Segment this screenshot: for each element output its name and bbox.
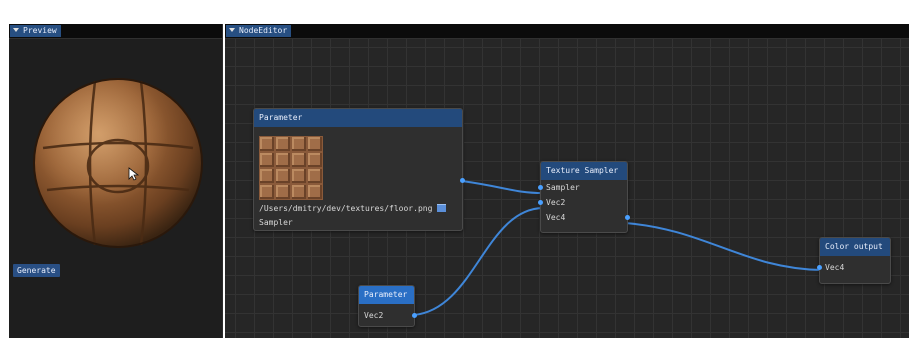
preview-tab[interactable]: Preview	[10, 25, 61, 37]
texture-thumbnail	[259, 136, 323, 200]
collapse-triangle-icon[interactable]	[229, 28, 235, 32]
texture-path: /Users/dmitry/dev/textures/floor.png	[259, 204, 433, 213]
wire-texture-to-sampler	[461, 180, 544, 194]
sampler-output-pin[interactable]	[460, 178, 465, 183]
preview-panel: Preview Generate	[9, 24, 223, 338]
vec4-output-row: Vec4	[541, 210, 630, 225]
vec4-output-label: Vec4	[546, 213, 566, 222]
top-strip	[0, 0, 909, 24]
color-output-node-title[interactable]: Color output	[820, 238, 890, 256]
preview-title: Preview	[23, 26, 57, 35]
collapse-triangle-icon[interactable]	[13, 28, 19, 32]
sampler-input-pin[interactable]	[538, 185, 543, 190]
texture-sampler-node[interactable]: Texture Sampler Sampler Vec2 Vec4	[538, 161, 630, 233]
parameter-vec2-output-pin[interactable]	[412, 313, 417, 318]
parameter-vec2-node[interactable]: Parameter Vec2	[358, 285, 417, 327]
node-canvas[interactable]: Parameter /Users/dmitry/dev/textures/flo…	[225, 39, 909, 338]
vec2-input-row: Vec2	[538, 195, 627, 210]
parameter-texture-node[interactable]: Parameter /Users/dmitry/dev/textures/flo…	[253, 108, 465, 231]
color-vec4-input-label: Vec4	[825, 263, 845, 272]
parameter-vec2-output-row: Vec2	[359, 308, 417, 323]
parameter-texture-node-title[interactable]: Parameter	[254, 109, 462, 127]
color-vec4-input-pin[interactable]	[817, 265, 822, 270]
preview-header: Preview	[9, 24, 222, 39]
generate-button[interactable]: Generate	[13, 264, 60, 277]
node-editor-tab[interactable]: NodeEditor	[226, 25, 292, 37]
vec4-output-pin[interactable]	[625, 215, 630, 220]
node-editor-panel: NodeEditor Parameter /Users/dmitry/dev/t…	[225, 24, 909, 338]
parameter-vec2-node-title[interactable]: Parameter	[359, 286, 414, 304]
sampler-input-label: Sampler	[546, 183, 580, 192]
texture-output-label: Sampler	[259, 218, 293, 227]
vec2-input-pin[interactable]	[538, 200, 543, 205]
texture-path-row: /Users/dmitry/dev/textures/floor.png	[259, 203, 447, 215]
node-editor-title: NodeEditor	[239, 26, 288, 35]
texture-sampler-node-title[interactable]: Texture Sampler	[541, 162, 627, 180]
color-output-node[interactable]: Color output Vec4	[817, 237, 891, 284]
node-editor-header: NodeEditor	[225, 24, 909, 39]
wire-sampler-to-color-output	[624, 222, 823, 271]
sampler-input-row: Sampler	[538, 180, 627, 195]
folder-icon[interactable]	[437, 204, 447, 212]
vec2-input-label: Vec2	[546, 198, 566, 207]
parameter-vec2-output-label: Vec2	[364, 311, 384, 320]
material-preview-sphere[interactable]	[33, 78, 203, 248]
color-vec4-input-row: Vec4	[817, 260, 890, 275]
